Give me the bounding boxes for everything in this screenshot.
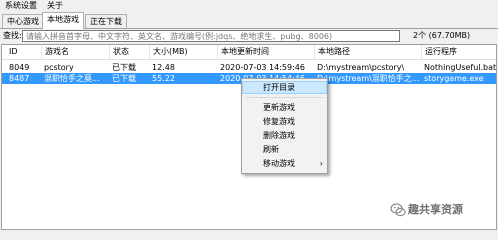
column-size[interactable]: 大小(MB) [149, 45, 215, 59]
menu-about[interactable]: 关于 [45, 0, 65, 12]
table-header: ID 游戏名 状态 大小(MB) 本地更新时间 本地路径 运行程序 [2, 45, 496, 60]
menu-item-move-game-label: 移动游戏 [263, 159, 295, 168]
menubar: 系统设置 关于 [0, 0, 498, 12]
cell-time: 2020-07-03 14:59:46 [220, 63, 305, 72]
search-input[interactable] [22, 30, 400, 42]
tab-local-games[interactable]: 本地游戏 [42, 12, 84, 29]
menu-separator [246, 97, 323, 98]
wechat-icon [390, 203, 406, 217]
column-name[interactable]: 游戏名 [41, 45, 107, 59]
menu-system-settings[interactable]: 系统设置 [3, 0, 39, 12]
menu-item-refresh[interactable]: 刷新 [243, 144, 326, 155]
menu-item-delete-game[interactable]: 删除游戏 [243, 130, 326, 141]
watermark-text: 趣共享资源 [408, 203, 463, 216]
cell-executable: storygame.exe [424, 74, 484, 83]
cell-status: 已下载 [112, 74, 136, 83]
game-count: 2个 (67.70MB) [413, 31, 471, 40]
cell-path: D:\mystream\混职恰手之... [317, 74, 419, 83]
menu-item-move-game[interactable]: 移动游戏 › [243, 158, 326, 169]
column-status[interactable]: 状态 [109, 45, 149, 59]
column-path[interactable]: 本地路径 [314, 45, 419, 59]
menu-item-repair-game[interactable]: 修复游戏 [243, 116, 326, 127]
menu-item-open-folder[interactable]: 打开目录 [242, 81, 327, 94]
cell-id: 8487 [9, 74, 30, 83]
cell-id: 8049 [9, 63, 30, 72]
search-label: 查找: [3, 31, 22, 40]
cell-path: D:\mystream\pcstory\ [317, 63, 405, 72]
menu-item-update-game[interactable]: 更新游戏 [243, 102, 326, 113]
column-executable[interactable]: 运行程序 [421, 45, 497, 59]
watermark: 趣共享资源 [388, 200, 498, 220]
cell-name: pcstory [44, 63, 74, 72]
column-id[interactable]: ID [6, 45, 38, 59]
cell-executable: NothingUseful.bat [424, 63, 497, 72]
context-menu: 打开目录 更新游戏 修复游戏 删除游戏 刷新 移动游戏 › [241, 78, 328, 174]
cell-size: 12.48 [152, 63, 175, 72]
search-row: 查找: 2个 (67.70MB) [0, 29, 498, 43]
cell-size: 55.22 [152, 74, 175, 83]
column-update-time[interactable]: 本地更新时间 [217, 45, 314, 59]
tab-bar: 中心游戏 本地游戏 正在下载 [0, 12, 498, 29]
tab-center-games[interactable]: 中心游戏 [2, 14, 44, 28]
tab-downloading[interactable]: 正在下载 [85, 14, 127, 28]
chevron-right-icon: › [319, 159, 323, 168]
table-row[interactable]: 8049 pcstory 已下载 12.48 2020-07-03 14:59:… [2, 62, 496, 73]
cell-status: 已下载 [112, 63, 136, 72]
cell-name: 混职恰手之莫... [44, 74, 100, 83]
